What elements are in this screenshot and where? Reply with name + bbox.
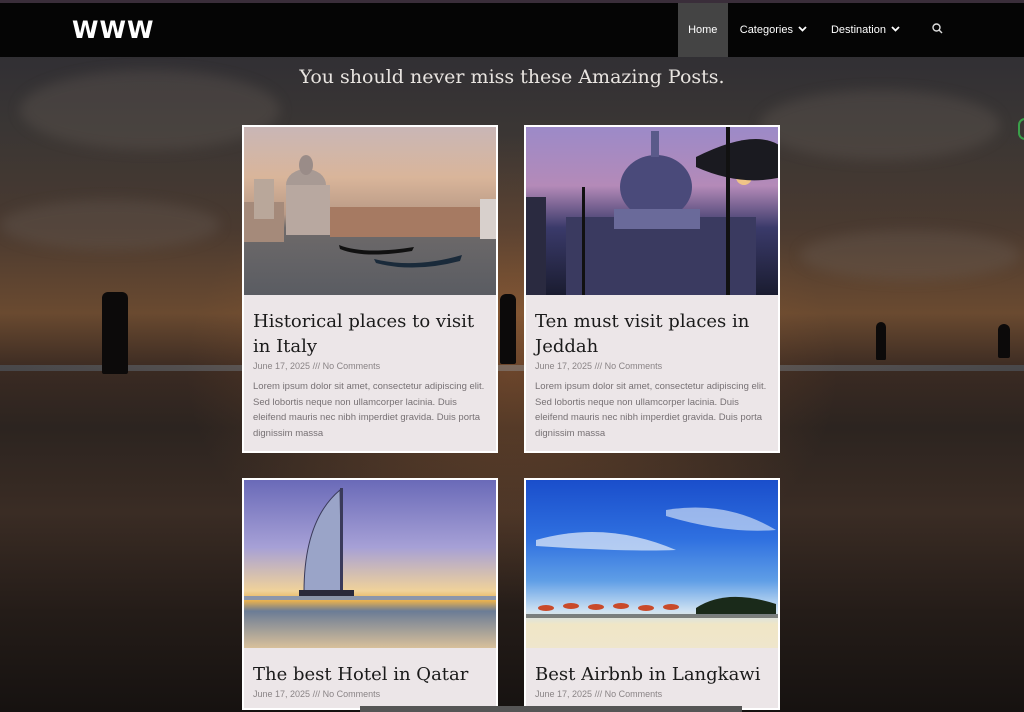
post-date[interactable]: June 17, 2025 [535, 689, 592, 699]
floating-widget[interactable] [1018, 118, 1024, 140]
nav-item-label: Destination [830, 24, 886, 36]
chevron-down-icon [891, 24, 900, 34]
person-silhouette [500, 294, 516, 364]
post-meta: June 17, 2025 /// No Comments [244, 687, 496, 699]
site-logo[interactable]: WWW [72, 16, 154, 44]
chevron-down-icon [798, 24, 807, 34]
meta-separator: /// [312, 361, 321, 371]
person-silhouette [876, 322, 886, 360]
post-comments-link[interactable]: No Comments [605, 361, 663, 371]
post-meta: June 17, 2025 /// No Comments [526, 687, 778, 699]
meta-separator: /// [594, 361, 603, 371]
main-menu: Home Categories Destination [677, 3, 1024, 57]
post-title[interactable]: Best Airbnb in Langkawi [526, 648, 778, 687]
post-title[interactable]: Historical places to visit in Italy [244, 295, 496, 359]
horizontal-scrollbar[interactable] [360, 706, 742, 712]
post-excerpt: Lorem ipsum dolor sit amet, consectetur … [535, 381, 767, 439]
person-silhouette [998, 324, 1010, 358]
post-title[interactable]: Ten must visit places in Jeddah [526, 295, 778, 359]
post-thumbnail-hotel[interactable] [244, 480, 496, 648]
search-icon [932, 23, 943, 37]
person-silhouette [102, 292, 128, 374]
meta-separator: /// [594, 689, 603, 699]
post-comments-link[interactable]: No Comments [605, 689, 663, 699]
post-excerpt: Lorem ipsum dolor sit amet, consectetur … [253, 381, 485, 439]
section-title: You should never miss these Amazing Post… [299, 66, 725, 88]
post-meta: June 17, 2025 /// No Comments [244, 359, 496, 371]
post-date[interactable]: June 17, 2025 [253, 689, 310, 699]
post-thumbnail-basilica[interactable] [526, 127, 778, 295]
top-nav-bar: WWW Home Categories Destination [0, 0, 1024, 57]
post-meta: June 17, 2025 /// No Comments [526, 359, 778, 371]
nav-item-label: Categories [739, 24, 793, 36]
post-date[interactable]: June 17, 2025 [535, 361, 592, 371]
nav-item-destination[interactable]: Destination [819, 3, 912, 57]
post-title[interactable]: The best Hotel in Qatar [244, 648, 496, 687]
post-comments-link[interactable]: No Comments [323, 689, 381, 699]
post-card[interactable]: Historical places to visit in Italy June… [242, 125, 498, 453]
meta-separator: /// [312, 689, 321, 699]
post-card[interactable]: The best Hotel in Qatar June 17, 2025 //… [242, 478, 498, 710]
nav-item-home[interactable]: Home [677, 3, 728, 57]
search-button[interactable] [912, 3, 972, 57]
post-thumbnail-venice[interactable] [244, 127, 496, 295]
background-sunset-beach [0, 0, 1024, 712]
post-thumbnail-beach[interactable] [526, 480, 778, 648]
post-comments-link[interactable]: No Comments [323, 361, 381, 371]
post-date[interactable]: June 17, 2025 [253, 361, 310, 371]
post-card[interactable]: Best Airbnb in Langkawi June 17, 2025 //… [524, 478, 780, 710]
nav-item-label: Home [688, 24, 718, 36]
nav-item-categories[interactable]: Categories [728, 3, 819, 57]
post-card[interactable]: Ten must visit places in Jeddah June 17,… [524, 125, 780, 453]
